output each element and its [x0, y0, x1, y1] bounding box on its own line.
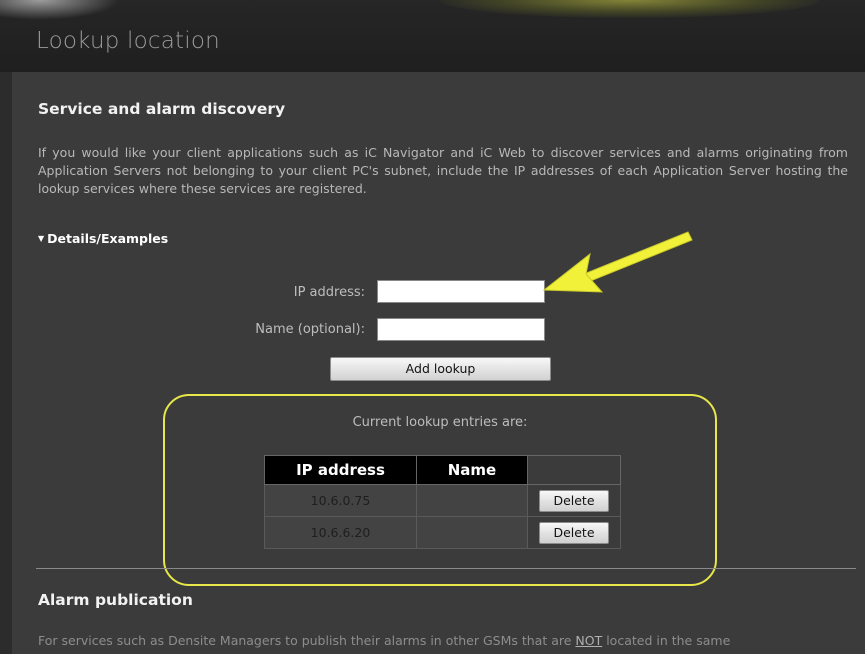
column-header-ip: IP address	[264, 455, 417, 485]
table-header-row: IP address Name	[264, 455, 621, 485]
table-row: 10.6.0.75 Delete	[264, 484, 621, 517]
publication-text: For services such as Densite Managers to…	[38, 633, 576, 648]
arrow-annotation-icon	[542, 231, 693, 293]
cell-name	[416, 516, 528, 549]
column-header-name: Name	[416, 455, 528, 485]
details-toggle[interactable]: ▼ Details/Examples	[38, 231, 168, 246]
name-input[interactable]	[377, 318, 545, 341]
discovery-description: If you would like your client applicatio…	[38, 145, 848, 196]
ip-address-label: IP address:	[293, 285, 365, 300]
delete-button[interactable]: Delete	[539, 489, 609, 512]
cell-ip: 10.6.0.75	[264, 484, 417, 517]
name-label: Name (optional):	[255, 322, 365, 337]
title-highlight	[0, 0, 120, 20]
publication-text-tail: located in the same	[602, 633, 731, 648]
section-divider	[36, 568, 856, 569]
publication-description: For services such as Densite Managers to…	[38, 632, 848, 650]
publication-heading: Alarm publication	[38, 591, 193, 609]
table-row: 10.6.6.20 Delete	[264, 516, 621, 549]
title-glow	[440, 0, 820, 18]
arrow-shaft	[583, 231, 693, 283]
triangle-down-icon: ▼	[38, 234, 45, 243]
delete-button[interactable]: Delete	[539, 521, 609, 544]
left-edge	[0, 72, 12, 654]
publication-emphasis: NOT	[575, 633, 603, 648]
cell-ip: 10.6.6.20	[264, 516, 417, 549]
cell-action: Delete	[527, 516, 621, 549]
details-label: Details/Examples	[47, 231, 169, 246]
entries-caption: Current lookup entries are:	[352, 415, 528, 430]
discovery-heading: Service and alarm discovery	[38, 100, 286, 118]
lookup-table: IP address Name 10.6.0.75 Delete 10.6.6.…	[264, 455, 621, 549]
window-frame: Lookup location Service and alarm discov…	[0, 0, 865, 654]
cell-action: Delete	[527, 484, 621, 517]
ip-address-input[interactable]	[377, 280, 545, 303]
add-lookup-button[interactable]: Add lookup	[330, 357, 551, 381]
page-title: Lookup location	[36, 28, 220, 54]
cell-name	[416, 484, 528, 517]
column-header-action	[527, 455, 621, 485]
title-bar: Lookup location	[0, 0, 865, 73]
